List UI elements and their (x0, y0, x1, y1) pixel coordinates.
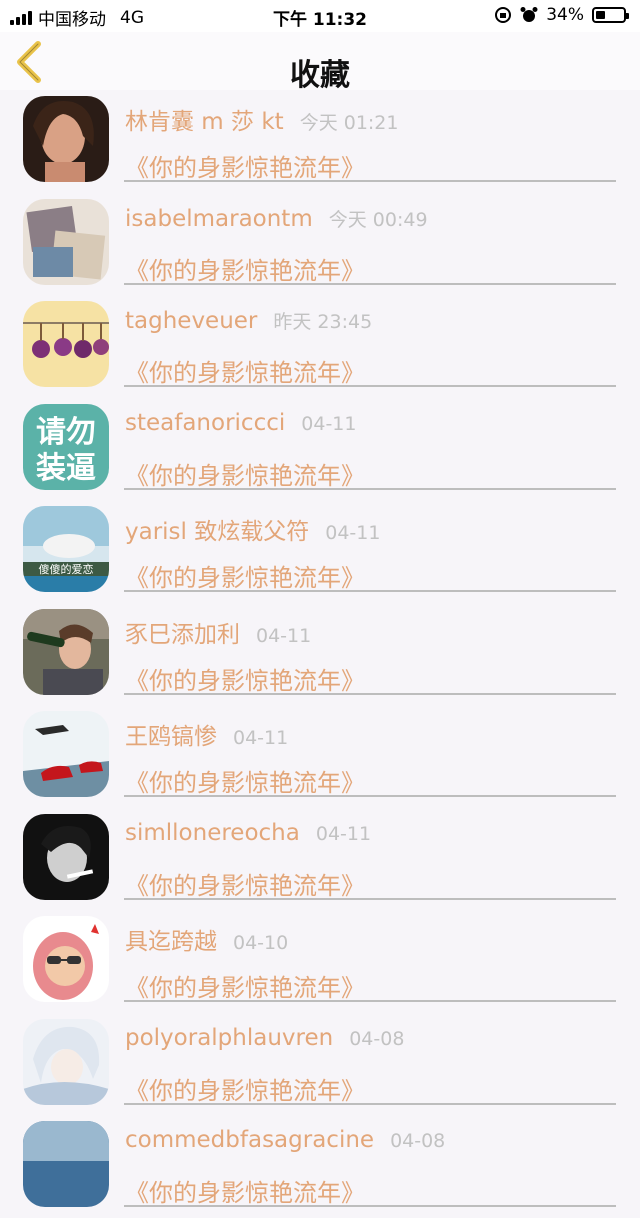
avatar[interactable] (23, 96, 109, 182)
username-text: polyoralphlauvren (125, 1024, 334, 1051)
username[interactable]: tagheveuer 昨天 23:45 (125, 307, 372, 334)
list-item[interactable]: 豕巳添加利 04-11 《你的身影惊艳流年》 (0, 603, 640, 706)
favorite-title[interactable]: 《你的身影惊艳流年》 (125, 968, 365, 1003)
divider (124, 1102, 616, 1105)
username-text: simllonereocha (125, 819, 300, 846)
divider (124, 385, 616, 387)
list-item[interactable]: 具迄跨越 04-10 《你的身影惊艳流年》 (0, 910, 640, 1013)
username-text: tagheveuer (125, 308, 258, 334)
timestamp: 04-08 (349, 1027, 405, 1050)
timestamp: 04-11 (325, 522, 381, 544)
avatar[interactable] (23, 1018, 109, 1105)
username-text: yarisl 致炫载父符 (125, 519, 310, 545)
favorite-title[interactable]: 《你的身影惊艳流年》 (125, 1071, 365, 1106)
avatar[interactable] (23, 711, 109, 797)
username-text: commedbfasagracine (125, 1127, 375, 1153)
divider (124, 795, 616, 797)
username[interactable]: simllonereocha 04-11 (125, 820, 371, 846)
list-item[interactable]: commedbfasagracine 04-08 《你的身影惊艳流年》 (0, 1115, 640, 1218)
username-text: steafanoriccci (125, 409, 286, 436)
svg-text:请勿: 请勿 (36, 415, 96, 450)
avatar[interactable] (23, 198, 109, 285)
avatar[interactable] (23, 916, 109, 1002)
divider (124, 1000, 616, 1002)
favorite-title[interactable]: 《你的身影惊艳流年》 (125, 1173, 365, 1208)
divider (124, 1205, 616, 1207)
avatar[interactable]: 请勿 装逼 (23, 403, 109, 490)
battery-icon (592, 7, 629, 23)
divider (124, 897, 616, 900)
username-text: isabelmaraontm (125, 205, 313, 232)
timestamp: 04-08 (390, 1130, 446, 1152)
timestamp: 04-11 (315, 822, 372, 845)
favorite-title[interactable]: 《你的身影惊艳流年》 (125, 866, 365, 901)
list-item[interactable]: 林肯囊 m 莎 kt 今天 01:21 《你的身影惊艳流年》 (0, 90, 640, 193)
username[interactable]: 王鸥镐惨 04-11 (125, 717, 288, 751)
list-item[interactable]: isabelmaraontm 今天 00:49 《你的身影惊艳流年》 (0, 193, 640, 296)
list-item[interactable]: 傻傻的爱恋 yarisl 致炫载父符 04-11 《你的身影惊艳流年》 (0, 500, 640, 603)
favorite-title[interactable]: 《你的身影惊艳流年》 (125, 353, 365, 388)
username[interactable]: steafanoriccci 04-11 (125, 410, 356, 436)
divider (124, 180, 616, 182)
svg-text:装逼: 装逼 (36, 451, 96, 486)
divider (124, 590, 616, 592)
battery-percent: 34% (546, 5, 584, 25)
favorites-list: 林肯囊 m 莎 kt 今天 01:21 《你的身影惊艳流年》 isabelmaraon… (0, 90, 640, 1218)
battery-fill (596, 11, 605, 19)
list-item[interactable]: 王鸥镐惨 04-11 《你的身影惊艳流年》 (0, 705, 640, 808)
list-item[interactable]: polyoralphlauvren 04-08 《你的身影惊艳流年》 (0, 1013, 640, 1116)
timestamp: 04-11 (301, 412, 357, 435)
favorite-title[interactable]: 《你的身影惊艳流年》 (125, 456, 365, 491)
nav-bar: 收藏 (0, 32, 640, 93)
list-item[interactable]: simllonereocha 04-11 《你的身影惊艳流年》 (0, 808, 640, 911)
username[interactable]: 豕巳添加利 04-11 (125, 615, 311, 649)
favorite-title[interactable]: 《你的身影惊艳流年》 (125, 148, 365, 183)
avatar[interactable] (23, 1121, 109, 1207)
avatar[interactable] (23, 813, 109, 900)
alarm-icon (520, 7, 538, 22)
username[interactable]: isabelmaraontm 今天 00:49 (125, 205, 428, 232)
divider (124, 692, 616, 695)
username-text: 豕巳添加利 (125, 621, 240, 648)
list-item[interactable]: 请勿 装逼 steafanoriccci 04-11 《你的身影惊艳流年》 (0, 398, 640, 501)
divider (124, 487, 616, 490)
username-text: 林肯囊 m 莎 kt (125, 109, 284, 135)
username[interactable]: 林肯囊 m 莎 kt 今天 01:21 (125, 102, 398, 136)
username[interactable]: 具迄跨越 04-10 (125, 922, 288, 956)
timestamp: 04-11 (233, 727, 289, 749)
timestamp: 04-10 (233, 932, 289, 954)
username[interactable]: yarisl 致炫载父符 04-11 (125, 512, 380, 546)
avatar[interactable]: 傻傻的爱恋 (23, 506, 109, 592)
favorite-title[interactable]: 《你的身影惊艳流年》 (125, 661, 365, 696)
username[interactable]: commedbfasagracine 04-08 (125, 1127, 445, 1153)
divider (124, 282, 616, 285)
favorite-title[interactable]: 《你的身影惊艳流年》 (125, 763, 365, 798)
avatar[interactable] (23, 608, 109, 695)
orientation-lock-icon (495, 7, 512, 23)
favorite-title[interactable]: 《你的身影惊艳流年》 (125, 558, 365, 593)
timestamp: 今天 00:49 (328, 208, 428, 231)
timestamp: 今天 01:21 (299, 112, 399, 134)
username-text: 王鸥镐惨 (125, 724, 217, 750)
list-item[interactable]: tagheveuer 昨天 23:45 《你的身影惊艳流年》 (0, 295, 640, 398)
timestamp: 昨天 23:45 (273, 311, 373, 333)
status-bar: 中国移动 4G 下午 11:32 34% (0, 0, 640, 32)
page-title: 收藏 (290, 58, 350, 93)
svg-text:傻傻的爱恋: 傻傻的爱恋 (39, 562, 94, 576)
status-right: 34% (494, 5, 629, 25)
username[interactable]: polyoralphlauvren 04-08 (125, 1025, 404, 1051)
favorite-title[interactable]: 《你的身影惊艳流年》 (125, 251, 365, 286)
avatar[interactable] (23, 301, 109, 387)
username-text: 具迄跨越 (125, 929, 217, 955)
timestamp: 04-11 (256, 624, 312, 647)
